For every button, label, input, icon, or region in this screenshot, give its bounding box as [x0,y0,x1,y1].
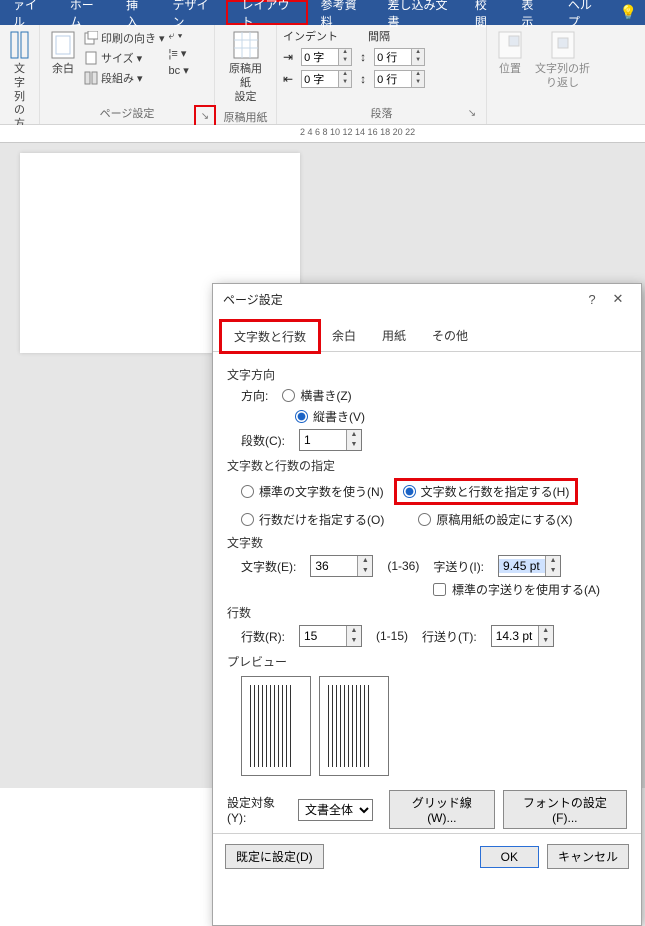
tab-mailings[interactable]: 差し込み文書 [375,0,462,25]
pitch-spin[interactable]: ▲▼ [498,555,561,577]
section-chars: 文字数 [227,534,627,551]
dlg-tab-other[interactable]: その他 [419,320,481,351]
apply-to-label: 設定対象(Y): [227,794,290,825]
direction-label: 方向: [241,387,268,404]
size-button[interactable]: サイズ ▾ [84,48,165,68]
linepitch-spin[interactable]: ▲▼ [491,625,554,647]
linepitch-label: 行送り(T): [422,628,477,645]
margins-icon [50,30,76,60]
tab-view[interactable]: 表示 [508,0,554,25]
tab-help[interactable]: ヘルプ [555,0,612,25]
indent-right-icon: ⇤ [283,72,293,86]
position-icon [497,30,523,60]
orientation-button[interactable]: 印刷の向き ▾ [84,28,165,48]
ribbon: 文字列の 方向 余白 印刷の向き ▾ サイズ ▾ 段組み ▾ [0,25,645,125]
indent-left-spin[interactable]: ▲▼ [301,48,352,66]
radio-std-chars[interactable]: 標準の文字数を使う(N) [241,483,384,500]
radio-vertical[interactable]: 縦書き(V) [295,408,365,425]
spacing-heading: 間隔 [368,28,390,44]
radio-horizontal[interactable]: 横書き(Z) [282,387,351,404]
section-text-direction: 文字方向 [227,366,627,383]
text-direction-icon [8,30,32,60]
lines-label: 行数(R): [241,628,285,645]
ruler-marks: 2 4 6 8 10 12 14 16 18 20 22 [300,127,415,137]
document-area: ページ設定 ? ✕ 文字数と行数 余白 用紙 その他 文字方向 方向: 横書き(… [0,143,645,788]
space-before-spin[interactable]: ▲▼ [374,48,425,66]
dlg-tab-grid[interactable]: 文字数と行数 [221,321,319,352]
radio-chars-and-lines[interactable]: 文字数と行数を指定する(H) [403,483,570,500]
dlg-tab-paper[interactable]: 用紙 [369,320,419,351]
tab-references[interactable]: 参考資料 [308,0,375,25]
paragraph-launcher[interactable]: ↘ [466,108,478,120]
tab-design[interactable]: デザイン [160,0,227,25]
tell-me-icon[interactable]: 💡 [612,4,645,21]
margins-button[interactable]: 余白 [46,28,80,88]
tab-insert[interactable]: 挿入 [113,0,159,25]
horizontal-ruler[interactable]: 2 4 6 8 10 12 14 16 18 20 22 [0,125,645,143]
set-default-button[interactable]: 既定に設定(D) [225,844,324,869]
gridlines-button[interactable]: グリッド線(W)... [389,790,495,829]
columns-icon [84,71,98,85]
indent-right-spin[interactable]: ▲▼ [301,70,352,88]
lines-range: (1-15) [376,629,408,643]
dialog-title: ページ設定 [223,291,283,308]
lines-spin[interactable]: ▲▼ [299,625,362,647]
chars-range: (1-36) [387,559,419,573]
hyphenation-button[interactable]: bc ▾ [169,62,189,79]
position-button[interactable]: 位置 [493,28,527,93]
space-before-icon: ↕ [360,50,366,64]
preview-area [241,676,627,776]
font-settings-button[interactable]: フォントの設定(F)... [503,790,627,829]
columns-label: 段数(C): [241,432,285,449]
group-title-page-setup: ページ設定 ↘ [46,102,208,124]
section-preview: プレビュー [227,653,627,670]
radio-genkou[interactable]: 原稿用紙の設定にする(X) [418,511,572,528]
chk-std-pitch[interactable]: 標準の字送りを使用する(A) [433,581,627,598]
chars-spin[interactable]: ▲▼ [310,555,373,577]
indent-left-icon: ⇥ [283,50,293,64]
group-title-paragraph: 段落 ↘ [283,102,480,124]
ok-button[interactable]: OK [480,846,539,868]
section-lines: 行数 [227,604,627,621]
line-numbers-button[interactable]: ¦≡ ▾ [169,45,189,62]
space-after-icon: ↕ [360,72,366,86]
apply-to-select[interactable]: 文書全体 [298,799,373,821]
preview-page-2 [319,676,389,776]
tab-home[interactable]: ホーム [57,0,113,25]
space-after-spin[interactable]: ▲▼ [374,70,425,88]
section-spec: 文字数と行数の指定 [227,457,627,474]
ribbon-tabstrip: ァイル ホーム 挿入 デザイン レイアウト 参考資料 差し込み文書 校閲 表示 … [0,0,645,25]
chars-label: 文字数(E): [241,558,296,575]
tab-file[interactable]: ァイル [0,0,57,25]
genkou-icon [232,30,260,60]
dlg-tab-margins[interactable]: 余白 [319,320,369,351]
tab-review[interactable]: 校閲 [462,0,508,25]
columns-spin[interactable]: ▲▼ [299,429,362,451]
cancel-button[interactable]: キャンセル [547,844,629,869]
page-setup-dialog: ページ設定 ? ✕ 文字数と行数 余白 用紙 その他 文字方向 方向: 横書き(… [212,283,642,926]
indent-heading: インデント [283,28,338,44]
radio-lines-only[interactable]: 行数だけを指定する(O) [241,511,384,528]
dialog-close-button[interactable]: ✕ [605,291,631,307]
wrap-text-button[interactable]: 文字列の折り返し [531,28,594,93]
page-setup-launcher[interactable]: ↘ [194,105,216,127]
orientation-icon [84,31,98,45]
wrap-icon [550,30,576,60]
genkou-button[interactable]: 原稿用紙 設定 [221,28,270,106]
breaks-button[interactable]: ⤶ ▾ [169,28,189,45]
tab-layout[interactable]: レイアウト [226,0,307,25]
size-icon [84,51,98,65]
pitch-label: 字送り(I): [433,558,484,575]
dialog-help-button[interactable]: ? [579,292,605,307]
preview-page-1 [241,676,311,776]
columns-button[interactable]: 段組み ▾ [84,68,165,88]
